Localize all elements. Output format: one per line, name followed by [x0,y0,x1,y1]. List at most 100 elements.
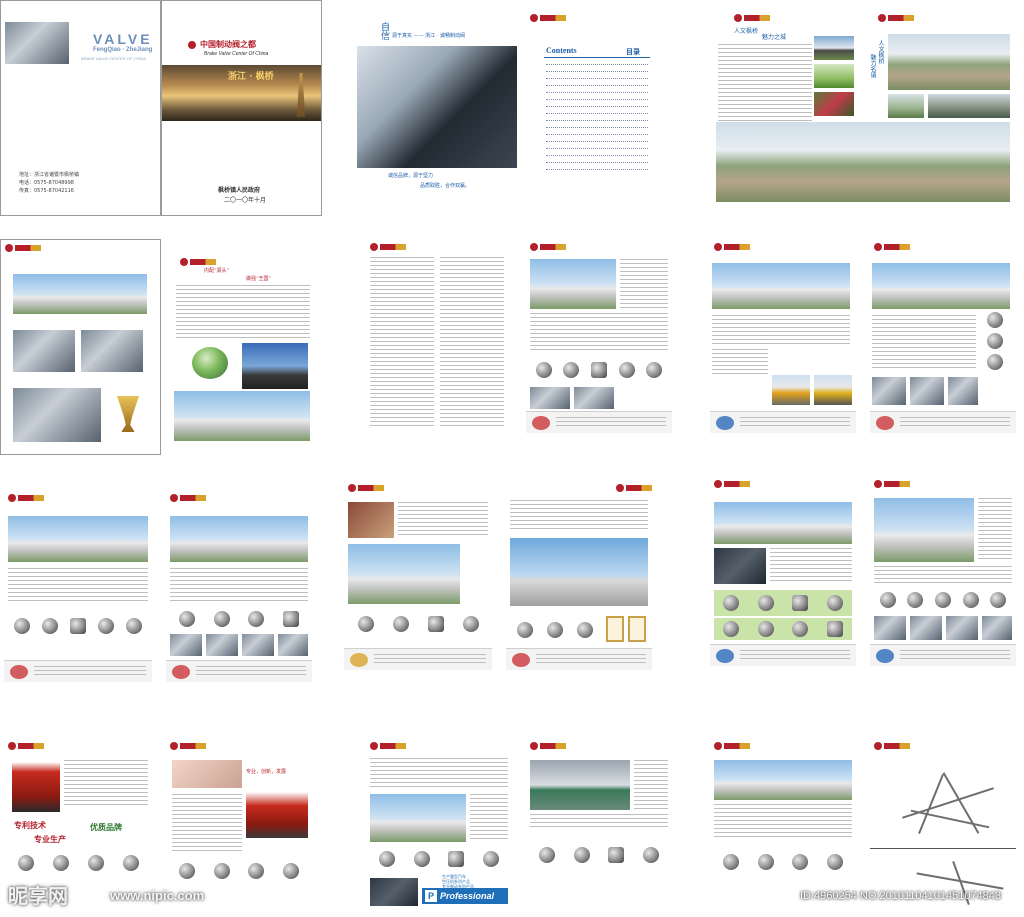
valve-icon [757,621,774,637]
header-logo [714,242,750,252]
factory-aerial-photo [13,274,147,314]
company-building-photo [530,760,630,810]
contact-bar [506,648,652,670]
valve-icon [577,622,593,638]
company-building-photo [530,259,616,309]
vertical-caption-b: 魅力名镇 [869,54,876,78]
inner-intro-page: 内配“源头” 做强“王国” [170,239,316,455]
cover-government: 枫桥镇人民政府 [218,187,261,194]
company-text [978,498,1012,562]
nipic-watermark-logo: 昵享网 [8,884,68,908]
road-photo [370,878,418,906]
company-text-2 [530,313,668,353]
product-row [8,608,148,644]
cover-logo-en: Brake Valve Center Of China [204,51,269,57]
company-text-2 [530,814,668,828]
valve-icon [987,311,1003,328]
humanities-sub: 魅力之城 [762,34,787,41]
toc-line [546,76,648,79]
valve-icon [618,362,635,378]
toc-line [546,118,648,121]
workshop-thumb [910,616,942,640]
valve-icon [126,618,142,634]
header-logo [348,483,384,493]
product-row [530,357,668,383]
product-row [874,588,1012,612]
workshop-photo-1 [13,330,75,372]
valve-icon [248,611,265,627]
workshop-thumb [206,634,238,656]
toc-line [546,111,648,114]
company-text [620,259,668,309]
toc-line [546,90,648,93]
valve-icon [547,622,563,638]
company-text [64,760,148,808]
contact-bar [526,411,672,433]
valve-icon [962,592,979,608]
header-logo [8,493,44,503]
product-row [714,590,852,616]
workshop-thumb [574,387,614,409]
valve-icon [248,863,265,879]
valve-icon [757,595,774,611]
valve-icon [413,851,430,867]
valve-icon [757,854,774,870]
handshake-photo [357,46,517,168]
company-text [170,568,308,602]
valve-icon [642,847,659,863]
toc-line [546,69,648,72]
company-text [714,804,852,840]
workshop-thumb [948,377,978,405]
back-cover-page: VALVE FengQiao · ZheJiang BRAKE VALVE CE… [0,0,161,216]
header-logo [530,13,566,23]
valve-icon [987,332,1003,349]
company-building-photo [170,516,308,562]
valve-icon [792,854,809,870]
company-text [370,758,508,788]
product-row [170,858,308,884]
valve-icon [427,616,444,632]
fengqiao-subtitle: FengQiao · ZheJiang [93,47,153,53]
valve-icon [563,362,580,378]
product-banner-photo [714,548,766,584]
header-logo [530,242,566,252]
valve-icon [517,622,533,638]
company-list-col-2 [440,257,504,427]
header-logo [370,741,406,751]
toc-line [546,97,648,100]
professional-banner: P Professional [422,888,508,904]
header-logo [170,741,206,751]
company-page-2 [710,239,856,435]
header-logo [8,741,44,751]
center-english: BRAKE VALVE CENTER OF CHINA [81,56,146,61]
company-building-photo [874,498,974,562]
valve-icon [987,354,1003,371]
nipic-watermark-url: www.nipic.com [110,888,205,903]
valve-icon [879,592,896,608]
header-logo [874,242,910,252]
contact-bar [4,660,152,682]
valve-icon [379,851,396,867]
header-logo [874,741,910,751]
front-cover-page: 中国制动阀之都 Brake Valve Center Of China 浙江 ·… [161,0,322,216]
quality-brand-title: 优质品牌 [90,822,122,832]
inner-intro-text [176,285,310,341]
product-column [980,309,1010,373]
workshop-photo-2 [81,330,143,372]
certificate-icon [606,616,624,642]
map-road [902,787,994,819]
contact-bar [870,644,1016,666]
company-page-1 [526,239,672,435]
toc-line [546,125,648,128]
toc-line [546,83,648,86]
intro-text [718,44,812,122]
product-row [170,608,308,630]
company-text-2 [874,566,1012,584]
city-panorama-photo [716,122,1010,202]
valve-icon [122,855,139,871]
valve-icon [573,847,590,863]
company-list-col-1 [370,257,434,427]
company-text [872,315,976,371]
valve-title: VALVE [93,31,153,47]
nipic-watermark-id: ID:4960254 NO:20101104101451074843 [800,890,1002,902]
